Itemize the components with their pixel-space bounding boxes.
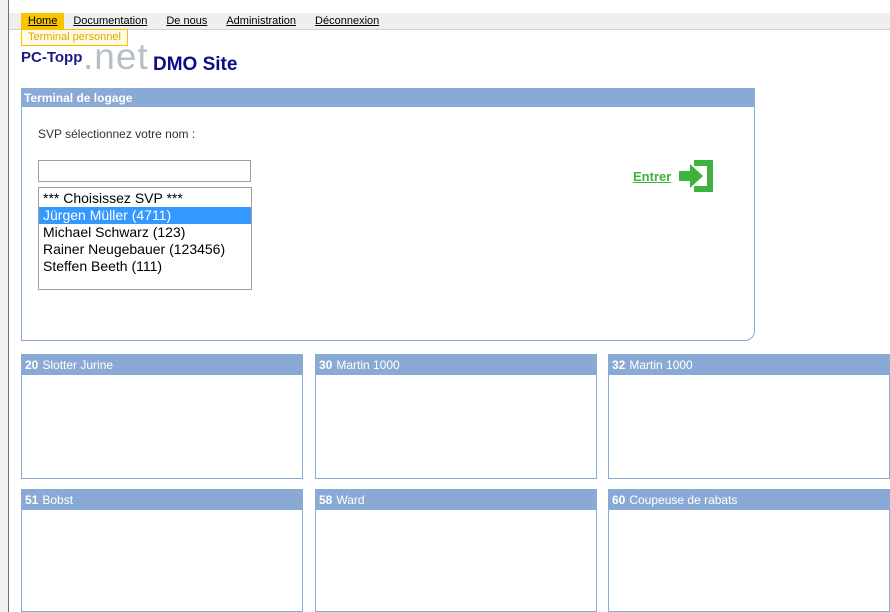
machine-tile-header: 51 Bobst [22,490,302,510]
logo-pc-topp: PC-Topp [21,49,83,66]
machine-name: Bobst [42,493,74,507]
login-panel: Terminal de logage SVP sélectionnez votr… [21,88,755,341]
machine-number: 58 [319,493,333,507]
machine-tile[interactable]: 20 Slotter Jurine [21,354,303,479]
window-left-edge [0,0,9,612]
machine-name: Martin 1000 [336,358,400,372]
machine-number: 51 [25,493,39,507]
machine-number: 20 [25,358,39,372]
logo-net: .net [83,36,149,77]
machine-tile[interactable]: 32 Martin 1000 [608,354,890,479]
site-title: DMO Site [153,54,238,75]
machine-name: Martin 1000 [629,358,693,372]
machine-tile[interactable]: 30 Martin 1000 [315,354,597,479]
machine-tile-header: 60 Coupeuse de rabats [609,490,889,510]
nav-de-nous[interactable]: De nous [166,13,207,29]
name-search-input[interactable] [38,160,251,182]
machine-tile[interactable]: 51 Bobst [21,489,303,612]
name-option[interactable]: Steffen Beeth (111) [39,258,251,275]
machine-number: 32 [612,358,626,372]
machine-tile[interactable]: 58 Ward [315,489,597,612]
name-listbox[interactable]: *** Choisissez SVP *** Jürgen Müller (47… [38,187,252,290]
main-nav: Home Documentation De nous Administratio… [21,13,398,29]
machine-number: 30 [319,358,333,372]
name-option[interactable]: Rainer Neugebauer (123456) [39,241,251,258]
nav-administration[interactable]: Administration [226,13,296,29]
enter-label[interactable]: Entrer [633,169,671,184]
nav-documentation[interactable]: Documentation [73,13,147,29]
machine-tile-header: 20 Slotter Jurine [22,355,302,375]
machine-tile-header: 32 Martin 1000 [609,355,889,375]
name-option-placeholder[interactable]: *** Choisissez SVP *** [39,190,251,207]
machine-number: 60 [612,493,626,507]
machine-name: Coupeuse de rabats [629,493,738,507]
enter-arrow-icon[interactable] [676,157,716,195]
select-name-prompt: SVP sélectionnez votre nom : [38,127,196,141]
machine-name: Ward [336,493,365,507]
name-option-selected[interactable]: Jürgen Müller (4711) [39,207,251,224]
machine-tile-header: 30 Martin 1000 [316,355,596,375]
machine-tile-header: 58 Ward [316,490,596,510]
nav-deconnexion[interactable]: Déconnexion [315,13,379,29]
machine-name: Slotter Jurine [42,358,114,372]
name-option[interactable]: Michael Schwarz (123) [39,224,251,241]
enter-button[interactable]: Entrer [633,157,716,195]
nav-home[interactable]: Home [21,13,65,29]
machine-tile[interactable]: 60 Coupeuse de rabats [608,489,890,612]
login-panel-title: Terminal de logage [22,89,754,107]
